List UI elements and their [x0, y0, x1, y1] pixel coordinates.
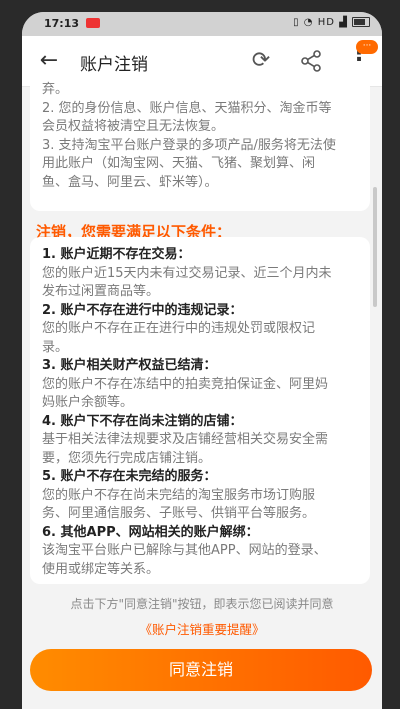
refresh-icon[interactable]: ⟳ — [248, 48, 274, 74]
condition-body: 您的账户不存在尚未完结的淘宝服务市场订购服 — [42, 487, 316, 503]
share-icon[interactable] — [298, 48, 324, 74]
condition-body: 您的账户近15天内未有过交易记录、近三个月内未 — [42, 265, 332, 281]
consequence-line: 弃。 — [42, 82, 69, 97]
consequence-line: 3. 支持淘宝平台账户登录的多项产品/服务将无法使 — [42, 137, 336, 153]
back-arrow-icon[interactable]: ← — [34, 46, 64, 76]
condition-body: 您的账户不存在冻结中的拍卖竞拍保证金、阿里妈 — [42, 376, 329, 392]
condition-body: 录。 — [42, 339, 69, 355]
condition-title: 3. 账户相关财产权益已结清： — [42, 358, 217, 373]
condition-body: 基于相关法律法规要求及店铺经营相关交易安全需 — [42, 432, 329, 447]
status-time: 17:13 — [44, 17, 80, 30]
condition-title: 4. 账户下不存在尚未注销的店铺： — [42, 413, 243, 429]
condition-body: 发布过闲置商品等。 — [42, 284, 160, 299]
status-bar: 17:13 ▯ ◔ HD ▟ — [22, 12, 382, 36]
consequence-line: 鱼、盒马、阿里云、虾米等）。 — [42, 174, 218, 190]
conditions-card: 1. 账户近期不存在交易： 您的账户近15天内未有过交易记录、近三个月内未 发布… — [30, 237, 370, 584]
vibrate-icon: ▯ — [293, 17, 300, 28]
content-area[interactable]: 弃。 2. 您的身份信息、账户信息、天猫积分、淘金币等 会员权益将被清空且无法恢… — [22, 75, 382, 709]
condition-title: 6. 其他APP、网站相关的账户解绑： — [42, 524, 259, 540]
condition-title: 1. 账户近期不存在交易： — [42, 247, 191, 262]
record-icon — [86, 18, 100, 28]
page-title: 账户注销 — [80, 55, 148, 75]
agree-cancel-account-button[interactable]: 同意注销 — [30, 649, 372, 691]
consequence-card: 弃。 2. 您的身份信息、账户信息、天猫积分、淘金币等 会员权益将被清空且无法恢… — [30, 75, 370, 211]
condition-body: 该淘宝平台账户已解除与其他APP、网站的登录、 — [42, 543, 327, 558]
condition-body: 务、阿里通信服务、子账号、供销平台等服务。 — [42, 506, 316, 521]
condition-body: 妈账户余额等。 — [42, 395, 134, 410]
condition-body: 要，您须先行完成店铺注销。 — [42, 450, 212, 466]
wifi-icon: ◔ — [303, 17, 314, 28]
signal-icon: ▟ — [339, 17, 348, 28]
condition-title: 5. 账户不存在未完结的服务： — [42, 469, 217, 484]
message-badge[interactable]: ··· — [356, 40, 378, 54]
condition-body: 使用或绑定等关系。 — [42, 561, 160, 577]
status-icons: ▯ ◔ HD ▟ — [293, 17, 370, 28]
battery-icon — [352, 17, 370, 27]
consequence-line: 2. 您的身份信息、账户信息、天猫积分、淘金币等 — [42, 100, 332, 116]
condition-title: 2. 账户不存在进行中的违规记录： — [42, 302, 243, 318]
important-reminder-link[interactable]: 《账户注销重要提醒》 — [22, 619, 382, 638]
phone-screen: 17:13 ▯ ◔ HD ▟ ← 账户注销 ⟳ ⋮ ··· 弃。 2. 您的身份… — [22, 12, 382, 709]
hd-label: HD — [317, 17, 335, 28]
scrollbar[interactable] — [373, 187, 377, 307]
agreement-notice: 点击下方"同意注销"按钮，即表示您已阅读并同意 — [70, 597, 334, 611]
condition-body: 您的账户不存在正在进行中的违规处罚或限权记 — [42, 321, 316, 336]
consequence-line: 会员权益将被清空且无法恢复。 — [42, 119, 225, 134]
consequence-line: 用此账户（如淘宝网、天猫、飞猪、聚划算、闲 — [42, 156, 316, 171]
